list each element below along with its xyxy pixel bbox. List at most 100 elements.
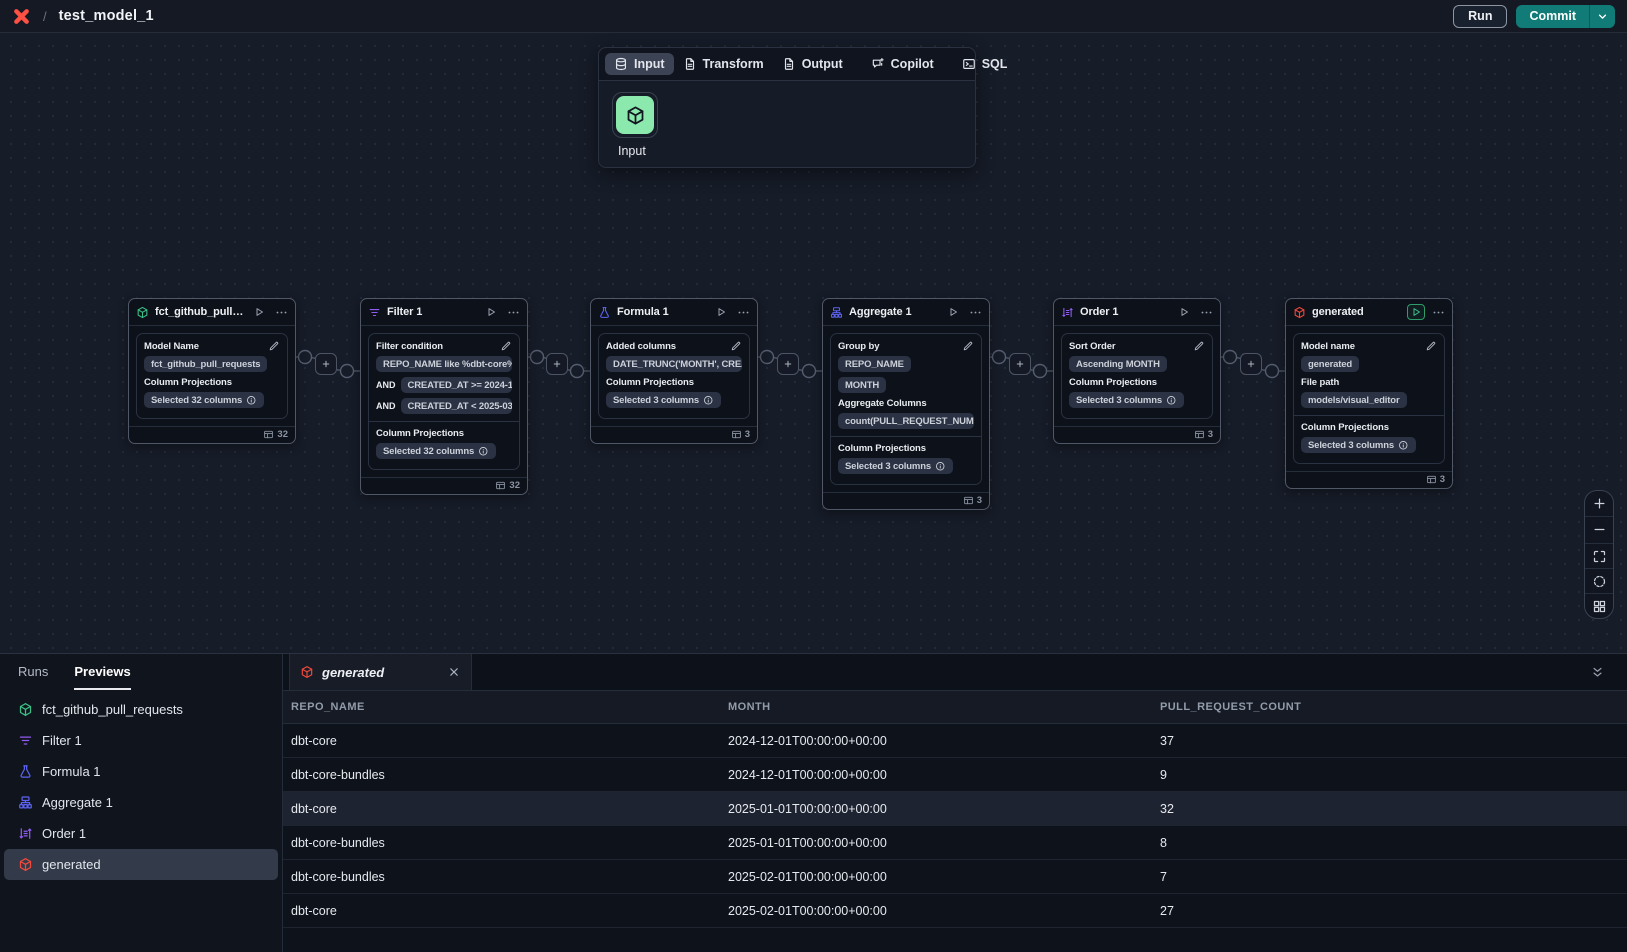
bottom-tab-previews[interactable]: Previews: [74, 654, 130, 690]
node-field-label: Added columns: [606, 341, 742, 352]
node-value-pill[interactable]: REPO_NAME like %dbt-core%: [376, 356, 512, 372]
table-cell: dbt-core-bundles: [283, 836, 720, 850]
zoom-out-button[interactable]: [1585, 516, 1613, 541]
output-port[interactable]: [299, 351, 312, 364]
column-header-pull_request_count[interactable]: PULL_REQUEST_COUNT: [1152, 701, 1627, 713]
table-row[interactable]: dbt-core-bundles2025-02-01T00:00:00+00:0…: [283, 860, 1627, 894]
column-header-month[interactable]: MONTH: [720, 701, 1152, 713]
node-value-pill[interactable]: models/visual_editor: [1301, 392, 1407, 408]
palette-tab-output[interactable]: Output: [773, 53, 852, 75]
output-port[interactable]: [531, 351, 544, 364]
node-run-icon[interactable]: [250, 304, 268, 320]
edit-icon[interactable]: [268, 340, 280, 352]
canvas-node-order-1[interactable]: Order 1Sort OrderAscending MONTHColumn P…: [1053, 298, 1221, 444]
table-row[interactable]: dbt-core-bundles2024-12-01T00:00:00+00:0…: [283, 758, 1627, 792]
add-node-button[interactable]: [546, 353, 568, 375]
add-node-button[interactable]: [1240, 353, 1262, 375]
node-value-pill[interactable]: generated: [1301, 356, 1359, 372]
node-menu-icon[interactable]: [1200, 306, 1213, 319]
canvas-node-filter-1[interactable]: Filter 1 Filter condition REPO_NAME like %…: [360, 298, 528, 495]
zoom-in-button[interactable]: [1585, 491, 1613, 516]
node-value-pill[interactable]: CREATED_AT < 2025-03-01: [401, 398, 513, 414]
palette-tab-sql[interactable]: SQL: [953, 53, 1017, 75]
node-menu-icon[interactable]: [737, 306, 750, 319]
close-icon[interactable]: [447, 665, 461, 679]
fit-view-button[interactable]: [1585, 543, 1613, 568]
output-port[interactable]: [993, 351, 1006, 364]
commit-button[interactable]: Commit: [1516, 5, 1589, 28]
table-row[interactable]: dbt-core-bundles2025-01-01T00:00:00+00:0…: [283, 826, 1627, 860]
edit-icon[interactable]: [500, 340, 512, 352]
node-run-icon[interactable]: [1175, 304, 1193, 320]
node-menu-icon[interactable]: [969, 306, 982, 319]
node-value-pill[interactable]: count(PULL_REQUEST_NUMBER) as ...: [838, 413, 974, 429]
node-run-icon[interactable]: [1407, 304, 1425, 320]
output-port[interactable]: [761, 351, 774, 364]
input-node-tile[interactable]: [612, 92, 658, 138]
node-value-pill[interactable]: DATE_TRUNC('MONTH', CREATED_AT...: [606, 356, 742, 372]
input-port[interactable]: [341, 365, 354, 378]
node-menu-icon[interactable]: [1432, 306, 1445, 319]
node-header: Order 1: [1054, 299, 1220, 326]
canvas-node-fct_github_pull_requests[interactable]: fct_github_pull_requestsModel Namefct_gi…: [128, 298, 296, 444]
sidebar-item-fct_github_pull_requests[interactable]: fct_github_pull_requests: [4, 694, 278, 725]
minimap-button[interactable]: [1585, 593, 1613, 618]
node-value-pill[interactable]: Ascending MONTH: [1069, 356, 1167, 372]
commit-dropdown-button[interactable]: [1589, 5, 1615, 28]
node-value-row: models/visual_editor: [1301, 392, 1437, 408]
page-title: test_model_1: [59, 8, 154, 24]
add-node-button[interactable]: [1009, 353, 1031, 375]
add-node-button[interactable]: [315, 353, 337, 375]
canvas-node-aggregate-1[interactable]: Aggregate 1Group byREPO_NAMEMONTHAggrega…: [822, 298, 990, 510]
table-row[interactable]: dbt-core2025-01-01T00:00:00+00:0032: [283, 792, 1627, 826]
input-port[interactable]: [803, 365, 816, 378]
node-menu-icon[interactable]: [275, 306, 288, 319]
dbt-logo-icon[interactable]: [12, 7, 31, 26]
table-row[interactable]: dbt-core2024-12-01T00:00:00+00:0037: [283, 724, 1627, 758]
table-row[interactable]: dbt-core2025-02-01T00:00:00+00:0027: [283, 894, 1627, 928]
node-value-pill[interactable]: MONTH: [838, 377, 886, 393]
input-port[interactable]: [1266, 365, 1279, 378]
node-value-pill[interactable]: fct_github_pull_requests: [144, 356, 267, 372]
node-run-icon[interactable]: [944, 304, 962, 320]
input-port[interactable]: [571, 365, 584, 378]
node-value-pill[interactable]: Selected 3 columns: [1069, 392, 1184, 408]
output-port[interactable]: [1224, 351, 1237, 364]
bottom-tab-runs[interactable]: Runs: [18, 654, 48, 690]
node-header: Filter 1: [361, 299, 527, 326]
palette-tab-transform[interactable]: Transform: [674, 53, 773, 75]
node-value-pill[interactable]: Selected 3 columns: [606, 392, 721, 408]
edit-icon[interactable]: [1193, 340, 1205, 352]
node-value-pill[interactable]: Selected 32 columns: [144, 392, 264, 408]
node-run-icon[interactable]: [482, 304, 500, 320]
node-value-pill[interactable]: Selected 3 columns: [838, 458, 953, 474]
column-header-repo_name[interactable]: REPO_NAME: [283, 701, 720, 713]
sidebar-item-order-1[interactable]: Order 1: [4, 818, 278, 849]
collapse-panel-icon[interactable]: [1590, 654, 1605, 690]
edit-icon[interactable]: [1425, 340, 1437, 352]
sidebar-item-filter-1[interactable]: Filter 1: [4, 725, 278, 756]
canvas-node-generated[interactable]: generatedModel namegeneratedFile pathmod…: [1285, 298, 1453, 489]
canvas-node-formula-1[interactable]: Formula 1Added columnsDATE_TRUNC('MONTH'…: [590, 298, 758, 444]
canvas[interactable]: fct_github_pull_requestsModel Namefct_gi…: [0, 33, 1627, 653]
node-menu-icon[interactable]: [507, 306, 520, 319]
sidebar-item-aggregate-1[interactable]: Aggregate 1: [4, 787, 278, 818]
node-run-icon[interactable]: [712, 304, 730, 320]
sidebar-item-formula-1[interactable]: Formula 1: [4, 756, 278, 787]
sidebar-item-generated[interactable]: generated: [4, 849, 278, 880]
palette-tab-copilot[interactable]: Copilot: [862, 53, 943, 75]
node-field-label: Filter condition: [376, 341, 512, 352]
run-button[interactable]: Run: [1453, 5, 1507, 28]
focus-button[interactable]: [1585, 568, 1613, 593]
node-value-pill[interactable]: Selected 32 columns: [376, 443, 496, 459]
node-value-pill[interactable]: REPO_NAME: [838, 356, 911, 372]
edit-icon[interactable]: [730, 340, 742, 352]
edit-icon[interactable]: [962, 340, 974, 352]
palette-tab-input[interactable]: Input: [605, 53, 674, 75]
add-node-button[interactable]: [777, 353, 799, 375]
preview-tab-generated[interactable]: generated: [289, 654, 472, 690]
input-port[interactable]: [1034, 365, 1047, 378]
node-value-pill[interactable]: Selected 3 columns: [1301, 437, 1416, 453]
table-cell: 32: [1152, 802, 1627, 816]
node-value-pill[interactable]: CREATED_AT >= 2024-12-01: [401, 377, 513, 393]
